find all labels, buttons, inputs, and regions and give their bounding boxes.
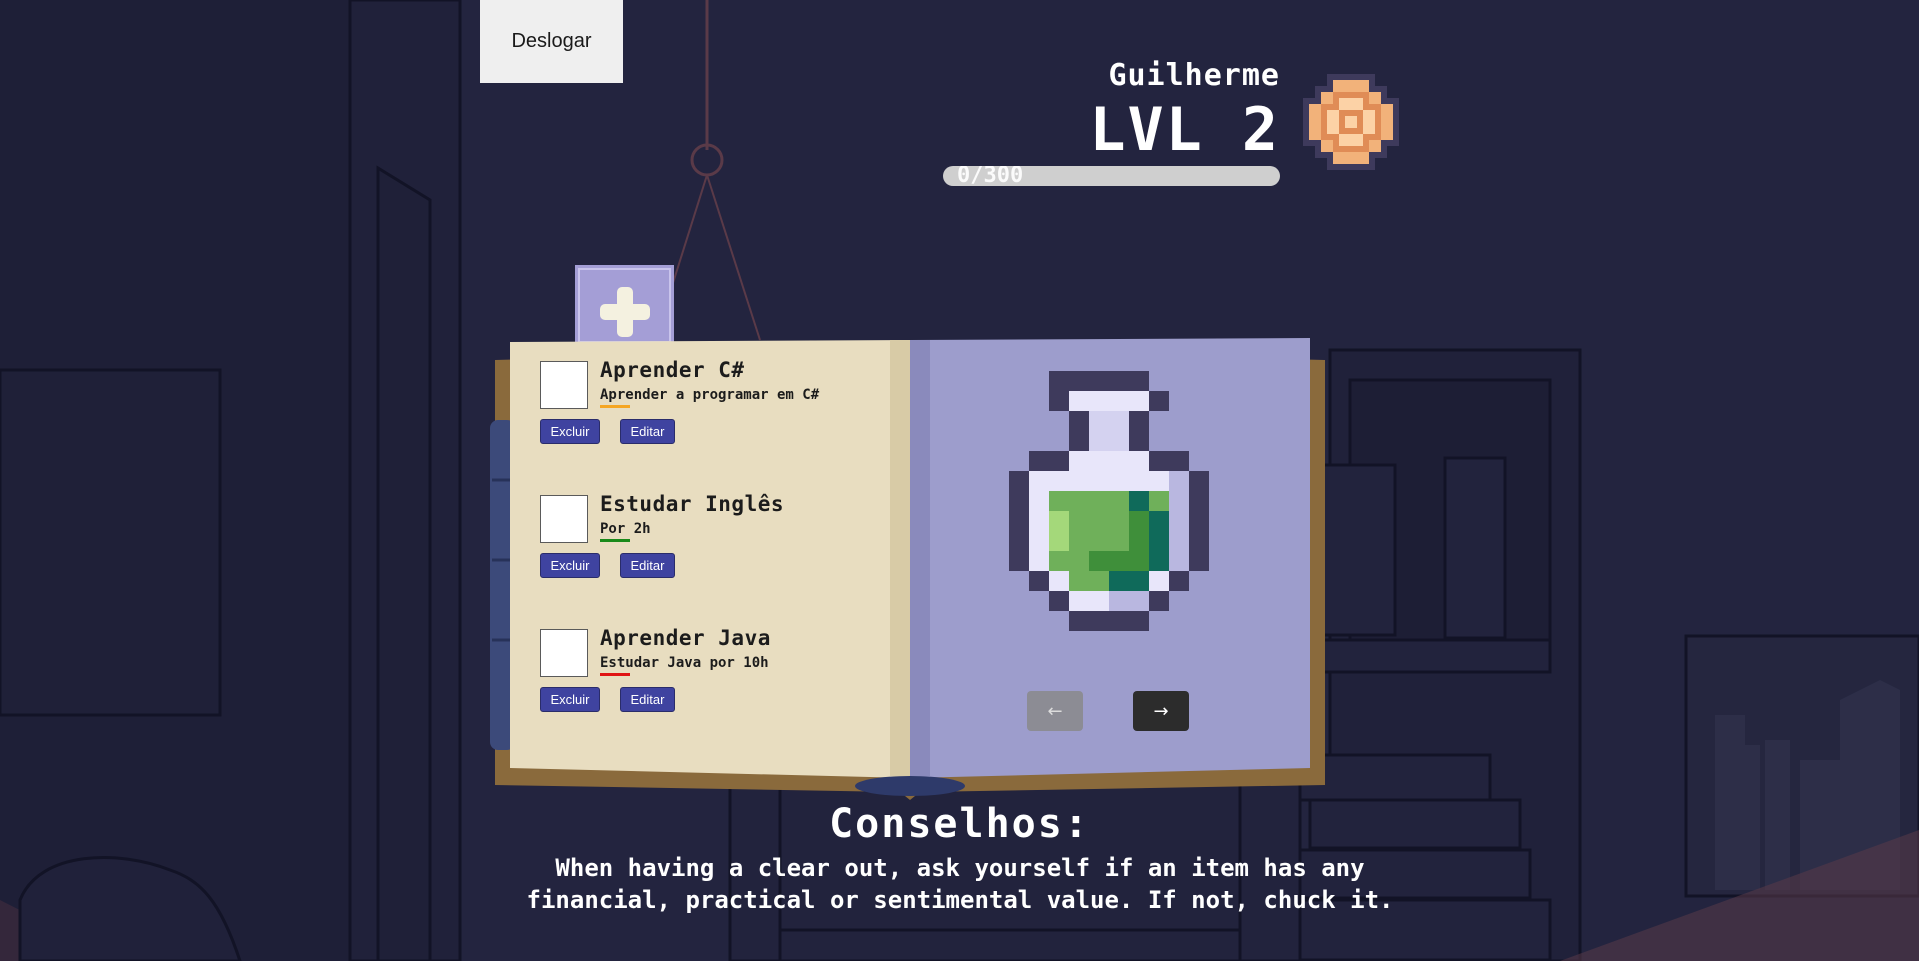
- task-priority-bar: [600, 539, 630, 542]
- task-checkbox[interactable]: [540, 361, 588, 409]
- bronze-medal-icon: [1303, 74, 1399, 170]
- task-priority-bar: [600, 405, 630, 408]
- task-description: Estudar Java por 10h: [600, 655, 769, 671]
- delete-task-button[interactable]: Excluir: [540, 687, 600, 712]
- task-item: Estudar Inglês Por 2h Excluir Editar: [540, 492, 870, 615]
- edit-task-button[interactable]: Editar: [620, 553, 675, 578]
- arrow-left-icon: ←: [1047, 700, 1063, 722]
- task-title: Aprender C#: [600, 358, 745, 382]
- player-level: LVL 2: [1089, 95, 1280, 165]
- logout-button[interactable]: Deslogar: [480, 0, 623, 83]
- xp-progress-bar: 0/300: [943, 166, 1280, 186]
- task-checkbox[interactable]: [540, 629, 588, 677]
- edit-task-button[interactable]: Editar: [620, 687, 675, 712]
- task-item: Aprender C# Aprender a programar em C# E…: [540, 358, 870, 481]
- edit-task-button[interactable]: Editar: [620, 419, 675, 444]
- player-name: Guilherme: [1108, 58, 1280, 93]
- task-title: Aprender Java: [600, 626, 771, 650]
- xp-text: 0/300: [957, 166, 1024, 186]
- previous-page-button[interactable]: ←: [1027, 691, 1083, 731]
- task-title: Estudar Inglês: [600, 492, 785, 516]
- tips-text: When having a clear out, ask yourself if…: [526, 854, 1394, 914]
- delete-task-button[interactable]: Excluir: [540, 553, 600, 578]
- task-description: Aprender a programar em C#: [600, 387, 820, 403]
- delete-task-button[interactable]: Excluir: [540, 419, 600, 444]
- arrow-right-icon: →: [1153, 700, 1169, 722]
- green-potion-icon: [1009, 371, 1209, 631]
- task-description: Por 2h: [600, 521, 651, 537]
- tips-title: Conselhos:: [829, 801, 1090, 847]
- task-checkbox[interactable]: [540, 495, 588, 543]
- next-page-button[interactable]: →: [1133, 691, 1189, 731]
- task-item: Aprender Java Estudar Java por 10h Exclu…: [540, 626, 870, 749]
- task-priority-bar: [600, 673, 630, 676]
